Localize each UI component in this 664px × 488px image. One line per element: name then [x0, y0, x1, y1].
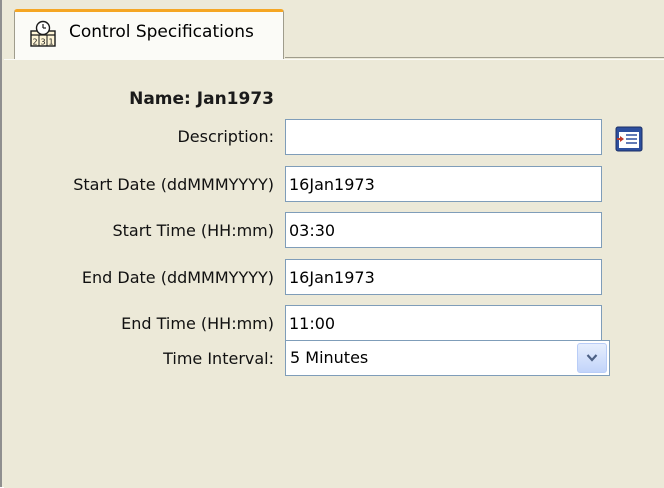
chevron-down-icon: [586, 354, 598, 362]
end-date-field[interactable]: [285, 259, 602, 295]
start-date-label: Start Date (ddMMMYYYY): [73, 175, 274, 194]
description-field[interactable]: [285, 119, 602, 155]
tab-control-specifications[interactable]: 2 3 1 Control Specifications: [14, 9, 284, 59]
tab-label: Control Specifications: [69, 22, 254, 42]
tab-strip: 2 3 1 Control Specifications: [2, 0, 664, 59]
end-date-label: End Date (ddMMMYYYY): [81, 268, 274, 287]
end-time-field[interactable]: [285, 305, 602, 341]
svg-text:3: 3: [41, 38, 46, 47]
end-time-label: End Time (HH:mm): [121, 314, 274, 333]
name-row: Name: Jan1973: [129, 89, 274, 109]
time-interval-value: 5 Minutes: [290, 348, 369, 367]
description-label: Description:: [177, 127, 274, 146]
start-date-field[interactable]: [285, 166, 602, 202]
tab-strip-divider: [285, 57, 664, 58]
svg-text:2: 2: [33, 38, 38, 47]
name-label: Name:: [129, 89, 191, 109]
name-value: Jan1973: [196, 89, 274, 109]
svg-text:1: 1: [49, 38, 54, 47]
start-time-label: Start Time (HH:mm): [112, 221, 274, 240]
control-specifications-panel: 2 3 1 Control Specifications Name: Jan19…: [0, 0, 664, 488]
start-time-field[interactable]: [285, 212, 602, 248]
text-editor-icon[interactable]: [614, 124, 644, 154]
calendar-clock-icon: 2 3 1: [29, 20, 57, 48]
time-interval-label: Time Interval:: [163, 349, 274, 368]
dropdown-button[interactable]: [577, 343, 607, 373]
time-interval-select[interactable]: 5 Minutes: [285, 340, 610, 376]
